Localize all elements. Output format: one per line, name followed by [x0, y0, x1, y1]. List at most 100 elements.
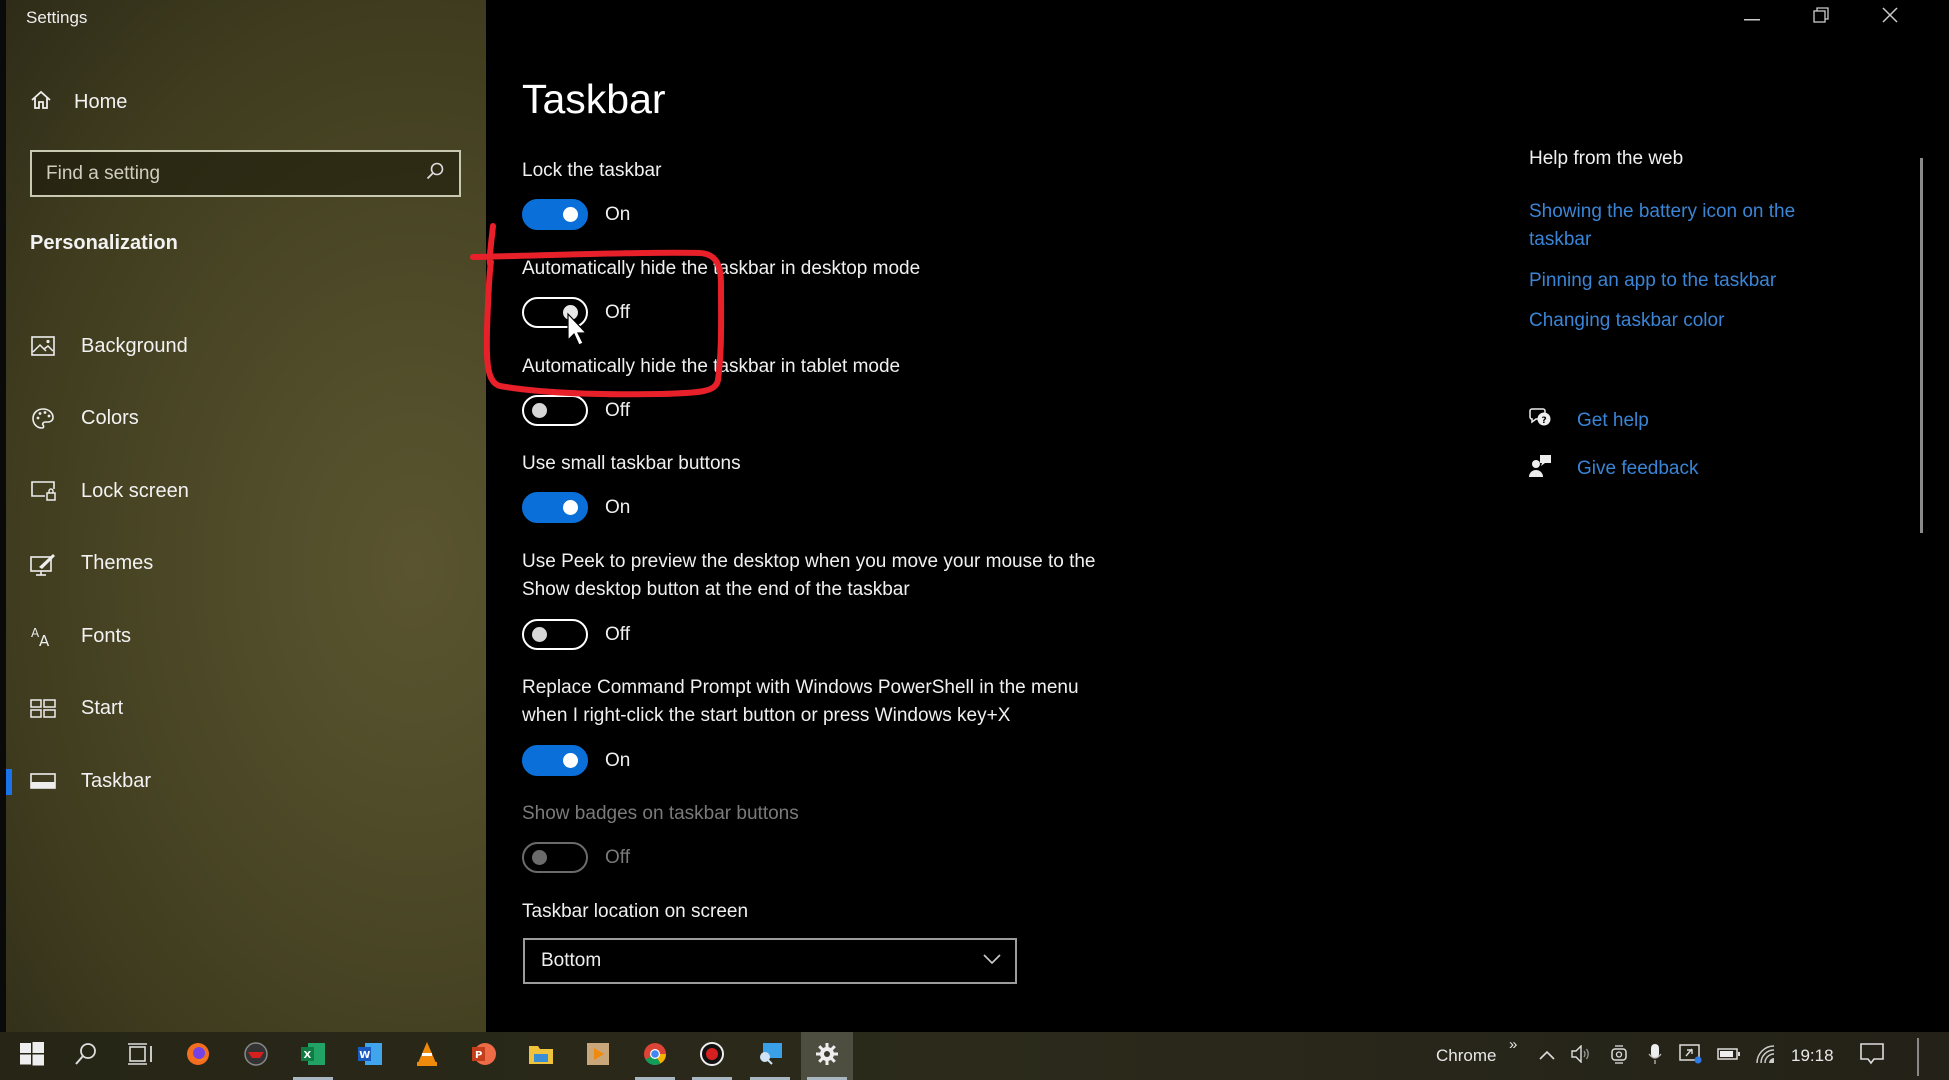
notifications-icon: [1860, 1042, 1884, 1071]
restore-button[interactable]: [1786, 0, 1856, 34]
sidebar-item-label: Taskbar: [81, 769, 152, 792]
volume-icon: [1571, 1043, 1591, 1068]
toggle-state: Off: [605, 846, 630, 868]
label-line: when I right-click the start button or p…: [522, 705, 1011, 726]
toggle-switch[interactable]: [522, 492, 588, 523]
sidebar-item-background[interactable]: Background: [6, 310, 486, 383]
scrollbar[interactable]: [1920, 158, 1923, 533]
home-nav-item[interactable]: Home: [30, 86, 127, 118]
sidebar-item-start[interactable]: Start: [6, 673, 486, 746]
svg-text:X: X: [304, 1050, 312, 1061]
taskbar-app-chrome[interactable]: [629, 1032, 681, 1080]
settings-sidebar: Settings Home Personalization Background…: [6, 0, 486, 1032]
start-tiles-icon: [30, 697, 56, 721]
toggle-autohide-desktop[interactable]: Off: [522, 297, 630, 328]
taskbar-app-recorder[interactable]: [686, 1032, 738, 1080]
taskbar-app-excel[interactable]: X: [287, 1032, 339, 1080]
give-feedback-icon: [1529, 454, 1553, 483]
page-title: Taskbar: [522, 76, 666, 122]
help-link-taskbar-color[interactable]: Changing taskbar color: [1529, 307, 1849, 335]
powerpoint-icon: P: [471, 1041, 497, 1072]
get-help-label: Get help: [1577, 409, 1649, 431]
start-windows-icon: [20, 1041, 44, 1071]
camera-tray-button[interactable]: [1604, 1032, 1634, 1080]
give-feedback-link[interactable]: Give feedback: [1529, 454, 1698, 483]
find-setting-search[interactable]: [30, 150, 461, 197]
display-tray-button[interactable]: [1676, 1032, 1706, 1080]
toggle-switch[interactable]: [522, 297, 588, 328]
volume-button[interactable]: [1566, 1032, 1596, 1080]
show-desktop-divider[interactable]: [1917, 1038, 1919, 1076]
taskbar-app-firefox[interactable]: [172, 1032, 224, 1080]
help-link-pinning-app[interactable]: Pinning an app to the taskbar: [1529, 267, 1849, 295]
taskbar-app-vlc[interactable]: [401, 1032, 453, 1080]
link-line: Changing taskbar color: [1529, 310, 1725, 331]
setting-label-small-buttons: Use small taskbar buttons: [522, 453, 741, 474]
toggle-switch[interactable]: [522, 619, 588, 650]
label-line: Show desktop button at the end of the ta…: [522, 579, 910, 600]
fonts-icon: AA: [30, 624, 56, 648]
battery-tray-button[interactable]: [1713, 1032, 1745, 1080]
show-hidden-icons-button[interactable]: [1532, 1032, 1562, 1080]
link-line: taskbar: [1529, 229, 1592, 250]
clock[interactable]: 19:18: [1791, 1046, 1834, 1066]
close-icon: [1882, 6, 1898, 28]
toggle-lock-taskbar[interactable]: On: [522, 199, 630, 230]
main-content: Taskbar Lock the taskbar On Automaticall…: [486, 0, 1949, 1032]
display-update-icon: [1679, 1043, 1703, 1070]
sidebar-item-label: Start: [81, 697, 124, 720]
taskbar-app-file-explorer[interactable]: [515, 1032, 567, 1080]
sidebar-item-colors[interactable]: Colors: [6, 383, 486, 456]
setting-label-autohide-desktop: Automatically hide the taskbar in deskto…: [522, 258, 921, 279]
sidebar-item-label: Background: [81, 334, 188, 357]
toolbar-more-icon[interactable]: »: [1509, 1036, 1517, 1053]
sidebar-item-themes[interactable]: Themes: [6, 528, 486, 601]
toggle-switch[interactable]: [522, 199, 588, 230]
camera-icon: [1610, 1044, 1628, 1069]
close-button[interactable]: [1855, 0, 1925, 34]
toggle-small-buttons[interactable]: On: [522, 492, 630, 523]
toggle-state: On: [605, 749, 631, 771]
help-link-battery-icon[interactable]: Showing the battery icon on the taskbar: [1529, 198, 1849, 254]
taskbar-app-powerpoint[interactable]: P: [458, 1032, 510, 1080]
toggle-knob: [532, 849, 547, 865]
taskbar-app-red[interactable]: [230, 1032, 282, 1080]
search-input[interactable]: [46, 162, 425, 185]
vlc-icon: [415, 1041, 439, 1072]
sidebar-item-lock-screen[interactable]: Lock screen: [6, 455, 486, 528]
network-tray-button[interactable]: [1751, 1032, 1781, 1080]
setting-label-location: Taskbar location on screen: [522, 901, 749, 922]
help-title: Help from the web: [1529, 148, 1684, 169]
palette-icon: [30, 407, 56, 431]
taskbar-app-remote-desktop[interactable]: [744, 1032, 796, 1080]
toggle-switch[interactable]: [522, 745, 588, 776]
action-center-button[interactable]: [1850, 1032, 1894, 1080]
get-help-link[interactable]: ? Get help: [1529, 407, 1649, 434]
home-label: Home: [74, 90, 128, 113]
recorder-icon: [699, 1041, 725, 1072]
taskbar-search-button[interactable]: [60, 1032, 112, 1080]
toggle-autohide-tablet[interactable]: Off: [522, 395, 630, 426]
toggle-knob: [532, 626, 547, 642]
taskbar-toolbar-chrome[interactable]: Chrome: [1436, 1046, 1496, 1066]
taskbar-app-media-player[interactable]: [572, 1032, 624, 1080]
toggle-peek[interactable]: Off: [522, 619, 630, 650]
firefox-icon: [185, 1041, 211, 1072]
picture-icon: [30, 334, 56, 358]
microphone-tray-button[interactable]: [1640, 1032, 1670, 1080]
sidebar-item-fonts[interactable]: AA Fonts: [6, 600, 486, 673]
toggle-powershell[interactable]: On: [522, 745, 630, 776]
task-view-button[interactable]: [114, 1032, 166, 1080]
search-icon[interactable]: [425, 161, 445, 186]
taskbar-app-settings[interactable]: [801, 1032, 853, 1080]
setting-label-powershell: Replace Command Prompt with Windows Powe…: [522, 674, 1079, 730]
link-line: Pinning an app to the taskbar: [1529, 270, 1777, 291]
toggle-switch[interactable]: [522, 395, 588, 426]
taskbar-location-select[interactable]: Bottom: [523, 938, 1017, 984]
sidebar-item-taskbar[interactable]: Taskbar: [6, 745, 486, 818]
taskbar-app-word[interactable]: W: [344, 1032, 396, 1080]
media-player-icon: [586, 1042, 610, 1071]
word-icon: W: [357, 1042, 383, 1071]
start-button[interactable]: [6, 1032, 58, 1080]
minimize-button[interactable]: [1717, 0, 1787, 34]
